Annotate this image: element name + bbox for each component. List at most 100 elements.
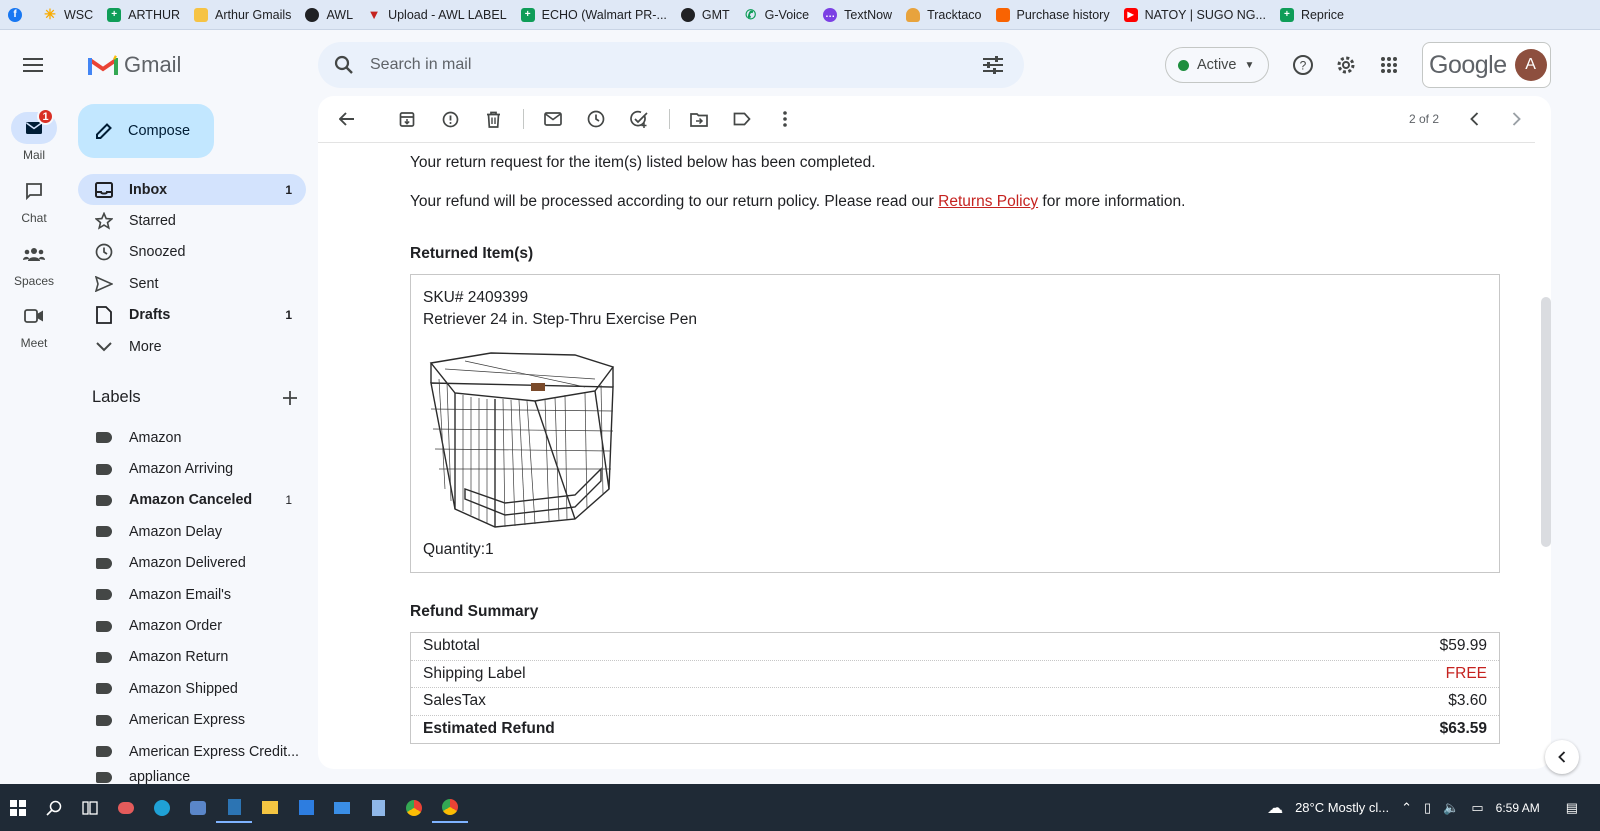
account-switcher[interactable]: Google A (1422, 42, 1551, 88)
task-view-button[interactable] (72, 793, 108, 823)
search-bar[interactable]: Search in mail (318, 42, 1024, 88)
bookmark-natoy[interactable]: ▶ NATOY | SUGO NG... (1123, 7, 1266, 22)
taskbar-chrome-2[interactable] (432, 793, 468, 823)
nav-drafts[interactable]: Drafts 1 (78, 300, 306, 331)
rail-chat[interactable]: Chat (0, 175, 68, 225)
more-options-button[interactable] (770, 104, 800, 134)
arrow-left-icon (339, 112, 354, 126)
bookmark-purchase-history[interactable]: Purchase history (995, 7, 1110, 22)
bookmark-upload-awl-label[interactable]: ▼ Upload - AWL LABEL (367, 7, 507, 22)
bookmark-wsc[interactable]: ✳ WSC (43, 6, 93, 22)
bookmark-awl[interactable]: AWL (305, 7, 353, 22)
taskbar-explorer[interactable] (252, 793, 288, 823)
label-item[interactable]: Amazon Shipped (78, 673, 306, 704)
snooze-button[interactable] (581, 104, 611, 134)
support-button[interactable]: ? (1288, 50, 1318, 80)
bookmark-reprice[interactable]: + Reprice (1279, 7, 1344, 22)
taskbar-store[interactable] (288, 793, 324, 823)
email-scrollbar[interactable] (1541, 297, 1551, 547)
taskbar-app-3[interactable] (180, 793, 216, 823)
spark-icon: ✳ (44, 6, 56, 22)
rail-meet[interactable]: Meet (0, 300, 68, 350)
label-item[interactable]: American Express (78, 705, 306, 736)
newer-button[interactable] (1459, 104, 1489, 134)
label-item[interactable]: Amazon Delay (78, 516, 306, 547)
plus-icon[interactable] (282, 390, 298, 406)
search-input[interactable]: Search in mail (370, 56, 978, 74)
nav-inbox[interactable]: Inbox 1 (78, 174, 306, 206)
sheets-icon: + (520, 7, 535, 22)
rail-mail[interactable]: 1 Mail (0, 108, 68, 162)
settings-button[interactable] (1331, 50, 1361, 80)
search-icon[interactable] (334, 55, 354, 75)
phone-icon: ✆ (745, 6, 757, 22)
label-item[interactable]: Amazon Arriving (78, 453, 306, 484)
notifications-icon[interactable]: ▤ (1566, 800, 1578, 816)
label-item[interactable]: Amazon Delivered (78, 548, 306, 579)
nav-starred[interactable]: Starred (78, 205, 306, 236)
label-tag-icon (96, 714, 112, 726)
mail-icon (334, 801, 350, 814)
label-item[interactable]: Amazon Canceled 1 (78, 485, 306, 516)
completion-text: Your return request for the item(s) list… (410, 154, 876, 171)
refund-summary-table: Subtotal $59.99 Shipping Label FREE SalesT… (410, 632, 1500, 744)
bookmark-gmt[interactable]: GMT (680, 7, 730, 22)
apps-grid-icon (1381, 57, 1397, 73)
nav-sent[interactable]: Sent (78, 268, 306, 299)
compose-button[interactable]: Compose (78, 104, 214, 158)
labels-button[interactable] (727, 104, 757, 134)
taskbar-edge[interactable] (144, 793, 180, 823)
taskbar-notepad[interactable] (360, 793, 396, 823)
older-button[interactable] (1501, 104, 1531, 134)
store-icon (298, 800, 314, 815)
gmail-logo[interactable]: Gmail (88, 52, 181, 78)
taskbar-search-button[interactable] (36, 793, 72, 823)
mark-unread-button[interactable] (538, 104, 568, 134)
side-panel-toggle[interactable] (1545, 740, 1579, 774)
clock-time[interactable]: 6:59 AM (1496, 801, 1540, 815)
move-to-button[interactable] (684, 104, 714, 134)
search-options-button[interactable] (978, 56, 1008, 74)
label-item[interactable]: Amazon Order (78, 610, 306, 641)
report-spam-button[interactable] (435, 104, 465, 134)
archive-button[interactable] (392, 104, 422, 134)
weather-icon: ☁ (1267, 799, 1284, 817)
delete-button[interactable] (478, 104, 508, 134)
nav-more[interactable]: More (78, 331, 306, 362)
label-tag-icon (96, 683, 112, 695)
avatar[interactable]: A (1514, 49, 1547, 81)
chevron-up-icon[interactable]: ⌃ (1401, 800, 1412, 816)
label-item[interactable]: Amazon (78, 422, 306, 453)
task-add-icon (629, 110, 648, 128)
add-to-tasks-button[interactable] (624, 104, 654, 134)
bookmark-tracktaco[interactable]: Tracktaco (906, 7, 982, 22)
label-item[interactable]: Amazon Return (78, 642, 306, 673)
volume-icon[interactable]: 🔈 (1443, 800, 1459, 816)
status-selector[interactable]: Active ▼ (1165, 47, 1269, 83)
bookmark-arthur-gmails[interactable]: Arthur Gmails (194, 7, 291, 22)
google-apps-button[interactable] (1374, 50, 1404, 80)
toolbar-divider (669, 109, 670, 129)
returns-policy-link[interactable]: Returns Policy (938, 193, 1038, 210)
taskbar-chrome[interactable] (396, 793, 432, 823)
bookmark-g-voice[interactable]: ✆ G-Voice (744, 6, 809, 22)
label-tag-icon (96, 589, 112, 601)
label-item[interactable]: American Express Credit... (78, 736, 306, 767)
taskbar-calculator[interactable] (216, 793, 252, 823)
chevron-down-icon (96, 341, 112, 352)
rail-spaces[interactable]: Spaces (0, 238, 68, 288)
bookmark-textnow[interactable]: … TextNow (823, 7, 892, 22)
taskbar-app-1[interactable] (108, 793, 144, 823)
label-item[interactable]: Amazon Email's (78, 579, 306, 610)
help-icon: ? (1293, 55, 1313, 75)
back-button[interactable] (332, 104, 362, 134)
bookmark-echo[interactable]: + ECHO (Walmart PR-... (520, 7, 667, 22)
network-icon[interactable]: ▭ (1471, 800, 1483, 816)
nav-snoozed[interactable]: Snoozed (78, 237, 306, 268)
taskbar-mail[interactable] (324, 793, 360, 823)
bookmark-facebook[interactable]: f (8, 7, 29, 22)
start-button[interactable] (0, 793, 36, 823)
battery-icon[interactable]: ▯ (1424, 800, 1431, 816)
bookmark-arthur[interactable]: + ARTHUR (107, 7, 180, 22)
weather-text[interactable]: 28°C Mostly cl... (1295, 800, 1389, 815)
